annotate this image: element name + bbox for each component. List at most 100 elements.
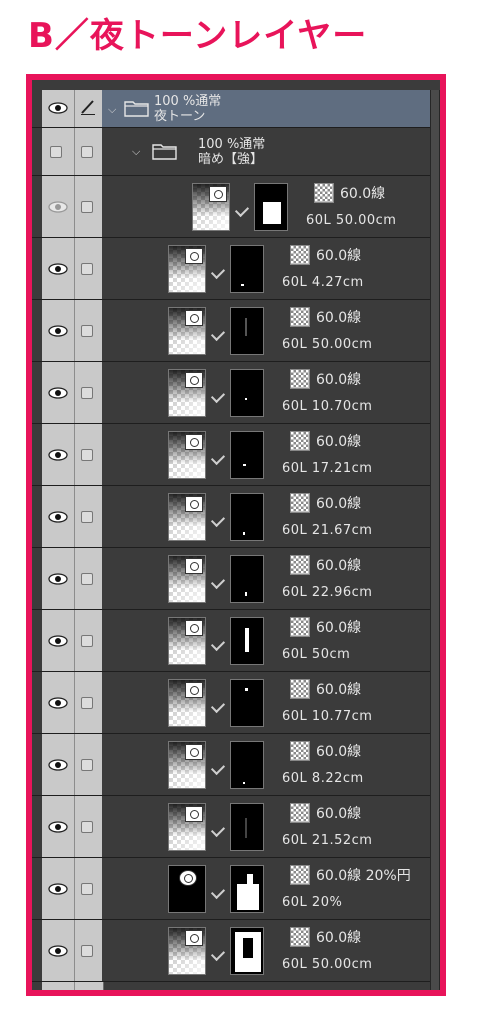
layer-panel: ⌵ 100 %通常 夜トーン ⌵ 100 %通常 暗め【強】 60.0線 60L…: [26, 74, 446, 996]
lock-checkbox-icon[interactable]: [81, 387, 93, 399]
layer-info: 60L 50.00cm: [282, 337, 373, 352]
layer-row[interactable]: 60.0線 60L 22.96cm: [32, 548, 430, 610]
eye-icon[interactable]: [48, 635, 68, 647]
chevron-down-icon[interactable]: ⌵: [132, 145, 140, 159]
layer-thumbnail: [168, 679, 206, 727]
eye-icon[interactable]: [48, 821, 68, 833]
layer-row[interactable]: 60.0線 60L 10.70cm: [32, 362, 430, 424]
layer-row[interactable]: 60.0線 60L 10.77cm: [32, 672, 430, 734]
eye-icon[interactable]: [48, 945, 68, 957]
layer-mask-icon: [254, 183, 288, 231]
layer-mask-icon: [230, 493, 264, 541]
visibility-checkbox[interactable]: [50, 146, 62, 158]
layer-mask-icon: [230, 369, 264, 417]
tone-setting: 60.0線: [316, 558, 362, 574]
lock-checkbox-icon[interactable]: [81, 449, 93, 461]
eye-icon[interactable]: [48, 201, 68, 213]
eye-icon[interactable]: [48, 697, 68, 709]
layer-info: 60L 21.52cm: [282, 833, 373, 848]
layer-content: 60.0線 60L 10.77cm: [102, 672, 430, 733]
mask-link-icon: [210, 946, 226, 962]
lock-checkbox-icon[interactable]: [81, 759, 93, 771]
eye-icon[interactable]: [48, 511, 68, 523]
lock-checkbox-icon[interactable]: [81, 945, 93, 957]
layer-group-row[interactable]: ⌵ 100 %通常 暗め【強】: [32, 128, 430, 176]
checker-tone-icon: [314, 183, 334, 203]
eye-icon[interactable]: [48, 449, 68, 461]
layer-thumbnail: [168, 865, 206, 913]
checker-tone-icon: [290, 927, 310, 947]
page-heading: B／夜トーンレイヤー: [28, 16, 368, 56]
eye-icon[interactable]: [48, 883, 68, 895]
lock-checkbox-icon[interactable]: [81, 263, 93, 275]
scrollbar[interactable]: [430, 90, 440, 990]
lock-checkbox-icon[interactable]: [81, 146, 93, 158]
folder-icon: [152, 144, 177, 160]
mask-link-icon: [210, 264, 226, 280]
layer-info: 60L 50cm: [282, 647, 351, 662]
lock-checkbox-icon[interactable]: [81, 883, 93, 895]
layer-thumbnail: [168, 927, 206, 975]
layer-thumbnail: [168, 493, 206, 541]
layer-content: 60.0線 60L 21.67cm: [102, 486, 430, 547]
mask-link-icon: [210, 698, 226, 714]
mask-link-icon: [210, 822, 226, 838]
layer-group-row[interactable]: ⌵ 100 %通常 夜トーン: [32, 90, 430, 128]
lock-checkbox-icon[interactable]: [81, 325, 93, 337]
layer-mask-icon: [230, 431, 264, 479]
eye-icon[interactable]: [48, 759, 68, 771]
checker-tone-icon: [290, 617, 310, 637]
lock-checkbox-icon[interactable]: [81, 635, 93, 647]
layer-thumbnail: [168, 741, 206, 789]
layer-thumbnail: [168, 555, 206, 603]
layer-content: 60.0線 60L 22.96cm: [102, 548, 430, 609]
lock-checkbox-icon[interactable]: [81, 821, 93, 833]
checker-tone-icon: [290, 369, 310, 389]
layer-row[interactable]: 60.0線 60L 50.00cm: [32, 176, 430, 238]
group-opacity-blend: 100 %通常: [198, 137, 266, 152]
tone-setting: 60.0線: [316, 930, 362, 946]
lock-checkbox-icon[interactable]: [81, 201, 93, 213]
layer-mask-icon: [230, 617, 264, 665]
layer-row[interactable]: 60.0線 60L 21.67cm: [32, 486, 430, 548]
eye-icon[interactable]: [48, 325, 68, 337]
scrollbar-thumb[interactable]: [431, 90, 439, 990]
layer-row[interactable]: 60.0線 60L 50.00cm: [32, 920, 430, 982]
layer-info: 60L 8.22cm: [282, 771, 364, 786]
layer-list: ⌵ 100 %通常 夜トーン ⌵ 100 %通常 暗め【強】 60.0線 60L…: [32, 90, 440, 990]
layer-mask-icon: [230, 555, 264, 603]
lock-checkbox-icon[interactable]: [81, 511, 93, 523]
layer-content: 60.0線 60L 21.52cm: [102, 796, 430, 857]
chevron-down-icon[interactable]: ⌵: [108, 103, 116, 117]
group-name: 暗め【強】: [198, 152, 264, 167]
layer-row[interactable]: 60.0線 60L 50cm: [32, 610, 430, 672]
layer-content: 60.0線 60L 4.27cm: [102, 238, 430, 299]
layer-thumbnail: [168, 617, 206, 665]
layer-thumbnail: [192, 183, 230, 231]
layer-thumbnail: [168, 803, 206, 851]
eye-icon[interactable]: [48, 263, 68, 275]
layer-info: 60L 20%: [282, 895, 343, 910]
layer-row[interactable]: 60.0線 60L 17.21cm: [32, 424, 430, 486]
layer-row[interactable]: 60.0線 60L 50.00cm: [32, 300, 430, 362]
layer-group-content: ⌵ 100 %通常 夜トーン: [102, 90, 430, 127]
lock-checkbox-icon[interactable]: [81, 697, 93, 709]
checker-tone-icon: [290, 245, 310, 265]
layer-group-content: ⌵ 100 %通常 暗め【強】: [102, 128, 430, 175]
layer-info: 60L 50.00cm: [282, 957, 373, 972]
mask-link-icon: [210, 636, 226, 652]
layer-mask-icon: [230, 865, 264, 913]
eye-icon[interactable]: [48, 387, 68, 399]
layer-row[interactable]: 60.0線 60L 4.27cm: [32, 238, 430, 300]
layer-row[interactable]: 60.0線 60L 21.52cm: [32, 796, 430, 858]
layer-info: 60L 10.70cm: [282, 399, 373, 414]
layer-row[interactable]: 60.0線 20%円 60L 20%: [32, 858, 430, 920]
pen-icon: [81, 100, 95, 115]
layer-row[interactable]: 60.0線 60L 8.22cm: [32, 734, 430, 796]
checker-tone-icon: [290, 493, 310, 513]
mask-link-icon: [210, 760, 226, 776]
eye-icon[interactable]: [48, 573, 68, 585]
eye-icon[interactable]: [48, 102, 68, 114]
lock-checkbox-icon[interactable]: [81, 573, 93, 585]
tone-setting: 60.0線: [316, 310, 362, 326]
